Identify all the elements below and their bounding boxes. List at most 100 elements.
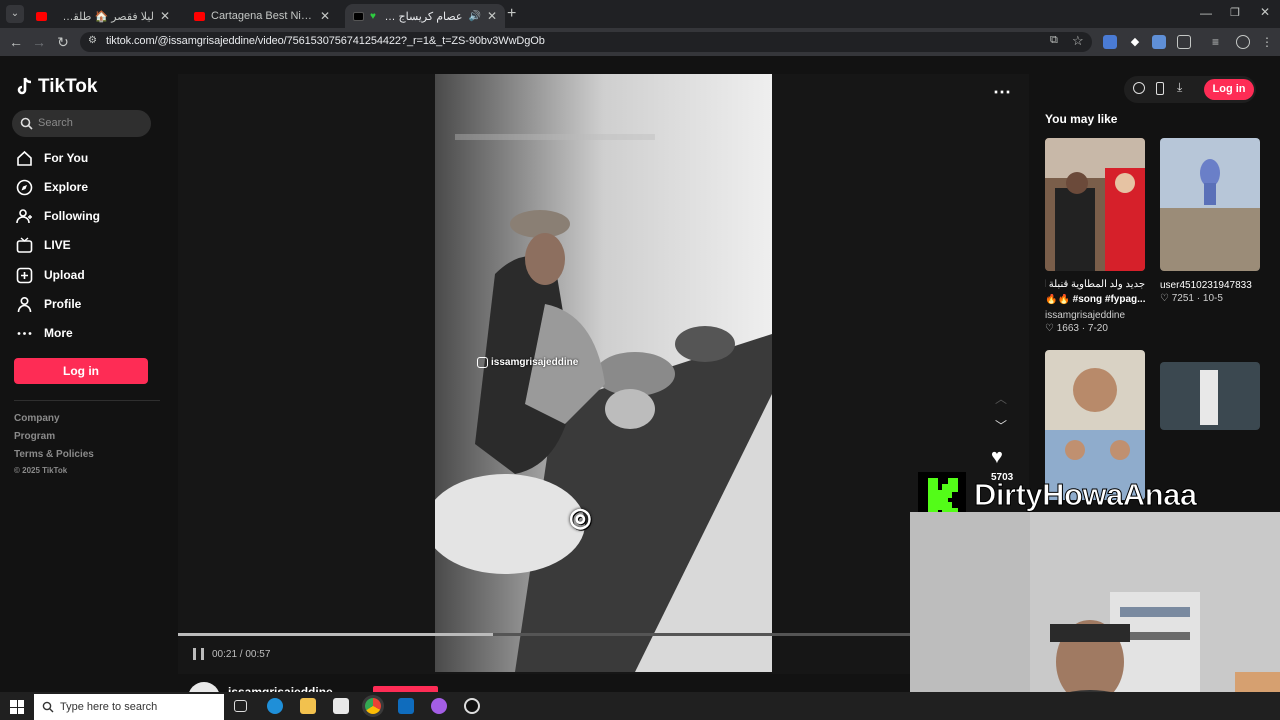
youtube-icon: [36, 11, 47, 21]
thumb-image: [1160, 138, 1260, 271]
search-placeholder: Search: [38, 117, 73, 129]
nav-for-you[interactable]: For You: [16, 148, 88, 168]
translate-extension-icon[interactable]: [1103, 35, 1117, 49]
nav-label: LIVE: [44, 238, 71, 252]
playback-time: 00:21 / 00:57: [212, 649, 271, 660]
footer-terms-link[interactable]: Terms & Policies: [14, 449, 94, 460]
logo-text: TikTok: [38, 76, 98, 97]
url-text[interactable]: tiktok.com/@issamgrisajeddine/video/7561…: [106, 35, 545, 47]
tab-1[interactable]: ليلا فقصر 🏠 طلقت ليحور 🕊️ مع ✕: [28, 4, 178, 28]
live-tv-icon: [16, 236, 33, 253]
person-follow-icon: [16, 208, 32, 223]
recommended-thumb-4[interactable]: [1160, 362, 1260, 430]
next-video-icon[interactable]: ﹀: [995, 417, 1007, 434]
address-bar[interactable]: ⚙ tiktok.com/@issamgrisajeddine/video/75…: [80, 32, 1092, 52]
nav-label: Upload: [44, 268, 85, 282]
login-button[interactable]: Log in: [14, 358, 148, 384]
edge-icon[interactable]: [267, 698, 283, 714]
site-info-icon[interactable]: ⚙: [88, 35, 97, 46]
nav-profile[interactable]: Profile: [16, 294, 81, 314]
search-icon: [20, 117, 33, 130]
video-more-options-icon[interactable]: ⋯: [993, 82, 1012, 103]
taskbar-search-placeholder: Type here to search: [60, 701, 158, 713]
nav-label: For You: [44, 151, 89, 165]
bookmark-star-icon[interactable]: ☆: [1072, 33, 1084, 49]
close-window-button[interactable]: ✕: [1260, 5, 1270, 19]
header-login-button[interactable]: Log in: [1204, 79, 1254, 100]
close-icon[interactable]: ✕: [320, 9, 330, 23]
upload-plus-icon: [16, 267, 33, 283]
card-user[interactable]: issamgrisajeddine: [1045, 310, 1125, 321]
store-icon[interactable]: [333, 698, 349, 714]
profile-icon[interactable]: [1236, 35, 1250, 49]
footer-copyright: © 2025 TikTok: [14, 466, 68, 475]
previous-video-icon[interactable]: ︿: [995, 390, 1007, 407]
taskbar-search-input[interactable]: Type here to search: [34, 694, 224, 720]
tiktok-icon: [353, 11, 364, 21]
extensions-puzzle-icon[interactable]: [1177, 35, 1191, 49]
close-icon[interactable]: ✕: [160, 9, 170, 23]
card-stats: ♡ 7251 · 10-5: [1160, 293, 1223, 304]
messenger-icon[interactable]: [431, 698, 447, 714]
tab-title: Cartagena Best Nightlife In Colo: [211, 10, 314, 22]
search-input[interactable]: Search: [12, 110, 151, 137]
footer-company-link[interactable]: Company: [14, 413, 60, 424]
minimize-button[interactable]: —: [1200, 6, 1212, 20]
outlook-icon[interactable]: [398, 698, 414, 714]
new-tab-button[interactable]: +: [507, 5, 521, 23]
chrome-icon[interactable]: [365, 698, 381, 714]
video-watermark: issamgrisajeddine: [477, 357, 578, 368]
recommended-thumb-2[interactable]: [1160, 138, 1260, 271]
video-frame[interactable]: issamgrisajeddine ◎: [435, 74, 772, 672]
reload-icon[interactable]: ↻: [54, 33, 72, 51]
pause-icon[interactable]: [193, 648, 204, 660]
footer-program-link[interactable]: Program: [14, 431, 55, 442]
like-heart-icon[interactable]: ♥: [991, 446, 1003, 469]
menu-kebab-icon[interactable]: ⋮: [1260, 35, 1274, 49]
you-may-like-heading: You may like: [1045, 112, 1118, 126]
tab-3-active[interactable]: ♥ عصام كريساج الدين الفنان 🔊 ✕: [345, 4, 505, 28]
video-scene: [435, 74, 772, 672]
heart-icon: ♥: [370, 10, 376, 22]
search-icon: [42, 701, 54, 713]
compass-icon: [16, 179, 33, 195]
windows-start-icon[interactable]: [10, 700, 24, 714]
more-dots-icon: [17, 331, 32, 335]
device-icon[interactable]: [1156, 82, 1164, 95]
speaker-icon[interactable]: 🔊: [468, 11, 480, 22]
video-stamp-logo: ◎: [569, 502, 592, 532]
tab-2[interactable]: Cartagena Best Nightlife In Colo ✕: [186, 4, 338, 28]
card-stats: ♡ 1663 · 7-20: [1045, 323, 1108, 334]
forward-icon[interactable]: →: [30, 33, 48, 51]
nav-live[interactable]: LIVE: [16, 235, 71, 255]
task-view-icon[interactable]: [234, 700, 247, 712]
card-user[interactable]: user4510231947833: [1160, 280, 1260, 291]
tab-title: عصام كريساج الدين الفنان: [382, 10, 463, 23]
nav-upload[interactable]: Upload: [16, 265, 85, 285]
tab-search-button[interactable]: ⌄: [6, 5, 24, 23]
explore-compass-icon[interactable]: [1133, 82, 1145, 94]
extension-icon[interactable]: ◆: [1128, 35, 1142, 49]
back-icon[interactable]: ←: [7, 33, 25, 51]
obs-icon[interactable]: [464, 698, 480, 714]
streamer-name: DirtyHowaAnaa: [974, 477, 1198, 513]
card-caption[interactable]: جديد ولد المطاوية قنبلة الموسم: [1045, 279, 1145, 290]
nav-explore[interactable]: Explore: [16, 177, 88, 197]
media-icon[interactable]: ≡: [1212, 35, 1226, 49]
nav-label: More: [44, 326, 73, 340]
extension-icon[interactable]: [1152, 35, 1166, 49]
file-explorer-icon[interactable]: [300, 698, 316, 714]
close-icon[interactable]: ✕: [487, 9, 497, 23]
download-icon[interactable]: ⤓: [1177, 80, 1182, 95]
nav-following[interactable]: Following: [16, 206, 100, 226]
maximize-button[interactable]: ❐: [1230, 6, 1240, 19]
nav-more[interactable]: More: [16, 323, 73, 343]
nav-label: Profile: [44, 297, 82, 311]
install-icon[interactable]: ⧉: [1050, 34, 1058, 47]
card-tags[interactable]: 🔥🔥 #song #fypag...: [1045, 294, 1145, 305]
thumb-image: [1045, 138, 1145, 271]
tiktok-logo[interactable]: TikTok: [16, 76, 97, 98]
recommended-thumb-1[interactable]: [1045, 138, 1145, 271]
instagram-icon: [477, 357, 488, 368]
youtube-icon: [194, 11, 205, 21]
